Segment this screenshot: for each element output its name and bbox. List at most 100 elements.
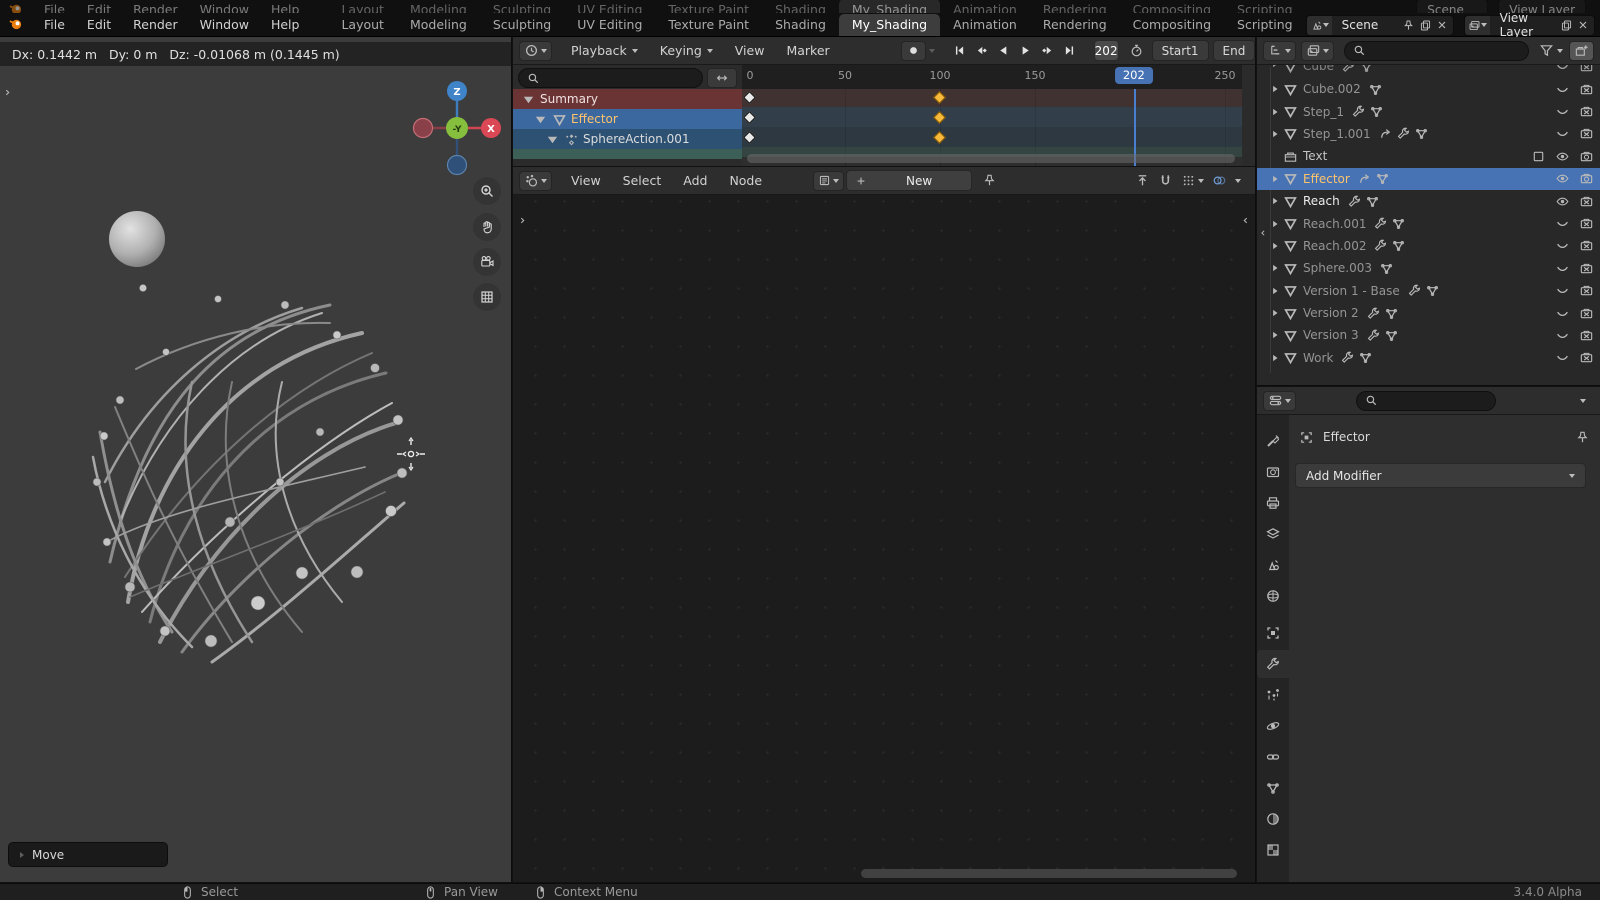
outliner-editor[interactable]: Cube Cube.002 Step_1 Step_1.001 Text Eff… [1257, 37, 1600, 386]
properties-tab-object-data[interactable] [1257, 774, 1289, 802]
sculpture-object[interactable] [91, 303, 406, 664]
properties-search-input[interactable] [1356, 390, 1496, 411]
editor-type-button[interactable] [1263, 40, 1296, 61]
outliner-row[interactable]: Step_1 [1257, 100, 1600, 122]
object-name[interactable]: Sphere.003 [1303, 261, 1372, 275]
parent-navigate-icon[interactable] [1135, 173, 1150, 188]
scene-selector[interactable]: Scene [1305, 14, 1454, 36]
expand-icon[interactable] [1267, 308, 1283, 318]
new-view-layer-icon[interactable] [1560, 19, 1573, 32]
node-toolbar-toggle-icon[interactable] [517, 215, 528, 229]
navigation-gizmo[interactable]: Z X -Y [412, 81, 502, 176]
workspace-tab[interactable]: Shading [762, 14, 839, 36]
workspace-tab[interactable]: Sculpting [480, 14, 564, 36]
current-frame-field[interactable]: 202 [1093, 40, 1119, 61]
new-scene-icon[interactable] [1419, 19, 1432, 32]
expand-icon[interactable] [1267, 241, 1283, 251]
new-material-button[interactable]: New [846, 170, 973, 191]
animation-channel[interactable] [513, 149, 742, 159]
snap-target-button[interactable] [1181, 173, 1204, 188]
stopwatch-icon[interactable] [1129, 43, 1144, 58]
properties-tab-texture[interactable] [1257, 836, 1289, 864]
object-name[interactable]: Cube [1303, 65, 1334, 73]
shader-node-editor[interactable]: View Select Add Node New [513, 167, 1256, 882]
expand-icon[interactable] [1267, 84, 1283, 94]
transport-button[interactable] [971, 41, 992, 61]
workspace-tab[interactable]: My_Shading [838, 14, 941, 36]
dope-sheet-menu[interactable]: Keying [649, 39, 724, 63]
auto-keying-options-icon[interactable] [928, 48, 935, 53]
expand-icon[interactable] [1267, 353, 1283, 363]
scene-name[interactable]: Scene [1332, 18, 1402, 32]
expand-icon[interactable] [1267, 286, 1283, 296]
expand-icon[interactable] [1267, 107, 1283, 117]
object-name[interactable]: Effector [1303, 172, 1350, 186]
menu-item[interactable]: File [33, 13, 76, 37]
visibility-toggles[interactable] [1555, 104, 1594, 119]
outliner-row[interactable]: Reach.001 [1257, 212, 1600, 234]
properties-tab-output[interactable] [1257, 489, 1289, 517]
properties-tab-particles[interactable] [1257, 681, 1289, 709]
object-name[interactable]: Version 2 [1303, 306, 1359, 320]
remove-view-layer-icon[interactable] [1577, 19, 1589, 31]
channel-search-input[interactable] [518, 68, 703, 88]
visibility-toggles[interactable] [1555, 82, 1594, 97]
outliner-row[interactable]: Cube [1257, 65, 1600, 78]
visibility-toggles[interactable] [1555, 126, 1594, 141]
animation-channel[interactable]: Effector [513, 109, 742, 129]
object-name[interactable]: Version 3 [1303, 328, 1359, 342]
outliner-search-input[interactable] [1344, 40, 1529, 61]
properties-tab-world[interactable] [1257, 582, 1289, 610]
properties-tab-render[interactable] [1257, 458, 1289, 486]
workspace-tab[interactable]: UV Editing [564, 14, 655, 36]
workspace-tab[interactable]: Texture Paint [655, 14, 762, 36]
outliner-row[interactable]: Version 2 [1257, 302, 1600, 324]
object-name[interactable]: Work [1303, 351, 1333, 365]
node-editor-menu[interactable]: Add [672, 169, 718, 193]
properties-options-icon[interactable] [1580, 398, 1586, 403]
pin-icon[interactable] [1402, 19, 1415, 32]
node-editor-horizontal-scrollbar[interactable] [861, 869, 1237, 878]
outliner-row[interactable]: Effector [1257, 167, 1600, 190]
display-mode-button[interactable] [1301, 40, 1334, 61]
expand-icon[interactable] [1267, 196, 1283, 206]
pin-icon[interactable] [982, 173, 997, 188]
grid-view-button[interactable] [473, 283, 501, 311]
properties-tab-physics[interactable] [1257, 712, 1289, 740]
node-editor-menu[interactable]: Select [612, 169, 673, 193]
pan-button[interactable] [473, 213, 501, 241]
breadcrumb-object-name[interactable]: Effector [1323, 430, 1370, 444]
viewport-scene[interactable]: Z X -Y [0, 37, 512, 882]
editor-type-button[interactable] [519, 40, 552, 61]
expand-operator-icon[interactable] [20, 851, 24, 858]
properties-tab-modifiers[interactable] [1257, 650, 1289, 678]
object-name[interactable]: Step_1 [1303, 105, 1344, 119]
viewport-3d[interactable]: Z X -Y Dx: 0.1442 m Dy: 0 m Dz: -0.01068… [0, 37, 512, 882]
gizmo-axis-neg-z[interactable] [446, 154, 468, 176]
view-layer-name[interactable]: View Layer [1490, 11, 1560, 39]
animation-channel[interactable]: SphereAction.001 [513, 129, 742, 149]
properties-tab-tool[interactable] [1257, 427, 1289, 455]
visibility-toggles[interactable] [1555, 306, 1594, 321]
playhead-frame-badge[interactable]: 202 [1114, 67, 1153, 84]
add-modifier-button[interactable]: Add Modifier [1295, 463, 1586, 488]
transport-button[interactable] [1037, 41, 1058, 61]
blender-logo-icon[interactable] [8, 16, 23, 34]
menu-item[interactable]: Window [189, 13, 260, 37]
expand-icon[interactable] [1267, 65, 1283, 69]
visibility-toggles[interactable] [1555, 350, 1594, 365]
gizmo-axis-neg-x[interactable] [412, 117, 434, 139]
properties-tab-constraints[interactable] [1257, 743, 1289, 771]
expand-icon[interactable] [1267, 129, 1283, 139]
snapping-magnet-icon[interactable] [1158, 173, 1173, 188]
unlink-scene-icon[interactable] [1436, 19, 1448, 31]
view-layer-selector[interactable]: View Layer [1463, 11, 1595, 39]
properties-tab-object[interactable] [1257, 619, 1289, 647]
overlays-icon[interactable] [1212, 173, 1227, 188]
menu-item[interactable]: Edit [76, 13, 122, 37]
visibility-toggles[interactable] [1555, 216, 1594, 231]
view-layer-browse-icon[interactable] [1464, 15, 1490, 35]
transport-button[interactable] [993, 41, 1014, 61]
object-name[interactable]: Text [1303, 149, 1327, 163]
editor-type-button[interactable] [1263, 390, 1296, 411]
